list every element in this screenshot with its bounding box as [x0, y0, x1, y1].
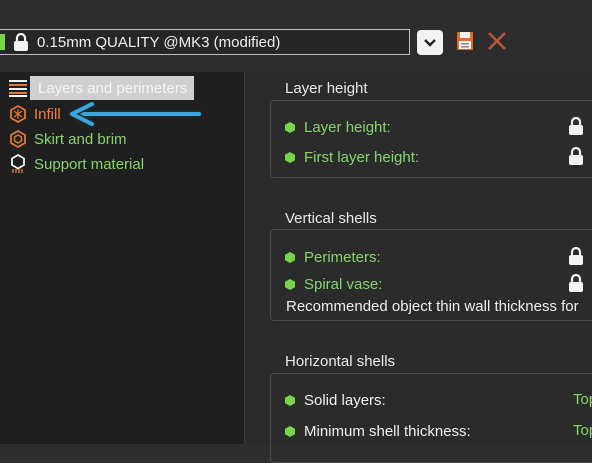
hex-bullet-icon — [285, 394, 295, 406]
option-first-layer-height: First layer height: — [285, 147, 419, 167]
skirt-icon — [8, 129, 28, 149]
chevron-down-icon — [424, 38, 436, 47]
option-solid-layers: Solid layers: — [285, 390, 386, 410]
option-spiral-vase: Spiral vase: — [285, 274, 382, 294]
section-title-horizontal-shells: Horizontal shells — [285, 353, 396, 370]
lock-icon[interactable] — [568, 274, 584, 293]
save-icon[interactable] — [456, 31, 474, 51]
delete-preset-icon[interactable] — [486, 30, 508, 52]
option-layer-height: Layer height: — [285, 117, 391, 137]
lock-icon[interactable] — [568, 247, 584, 266]
lock-icon[interactable] — [568, 147, 584, 166]
hex-bullet-icon — [285, 425, 295, 437]
group-horizontal-shells — [270, 373, 592, 463]
option-label: Layer height: — [304, 118, 391, 136]
option-label: Minimum shell thickness: — [304, 422, 471, 440]
hex-bullet-icon — [285, 251, 295, 263]
panel-divider — [244, 72, 245, 444]
option-perimeters: Perimeters: — [285, 247, 381, 267]
tree-item-layers[interactable]: Layers and perimeters — [8, 77, 191, 99]
preset-combo[interactable]: 0.15mm QUALITY @MK3 (modified) — [0, 29, 410, 55]
option-label: Solid layers: — [304, 391, 386, 409]
lock-icon[interactable] — [568, 117, 584, 136]
hex-bullet-icon — [285, 121, 295, 133]
top-field-label: Top — [573, 422, 592, 439]
option-min-shell-thickness: Minimum shell thickness: — [285, 421, 471, 441]
hex-bullet-icon — [285, 278, 295, 290]
tree-item-label: Layers and perimeters — [38, 79, 188, 97]
tree-item-label: Skirt and brim — [34, 130, 127, 148]
preset-name: 0.15mm QUALITY @MK3 (modified) — [37, 34, 281, 51]
option-label: Perimeters: — [304, 248, 381, 266]
tree-item-support[interactable]: Support material — [8, 153, 144, 175]
option-label: First layer height: — [304, 148, 420, 166]
preset-dropdown-button[interactable] — [417, 30, 443, 55]
top-field-label: Top — [573, 391, 592, 408]
tree-item-skirt[interactable]: Skirt and brim — [8, 128, 127, 150]
tree-item-label: Infill — [34, 105, 61, 123]
preset-toolbar: 0.15mm QUALITY @MK3 (modified) — [0, 0, 592, 72]
tree-item-label: Support material — [34, 155, 145, 173]
lock-icon — [14, 33, 28, 51]
tree-item-infill[interactable]: Infill — [8, 103, 61, 125]
compatibility-indicator — [0, 34, 5, 50]
thin-wall-recommendation: Recommended object thin wall thickness f… — [286, 298, 579, 315]
annotation-arrow — [68, 102, 203, 128]
section-title-vertical-shells: Vertical shells — [285, 210, 377, 227]
hex-bullet-icon — [285, 151, 295, 163]
section-title-layer-height: Layer height — [285, 80, 368, 97]
infill-icon — [8, 104, 28, 124]
layers-icon — [8, 78, 28, 98]
option-label: Spiral vase: — [304, 275, 383, 293]
support-icon — [8, 154, 28, 174]
